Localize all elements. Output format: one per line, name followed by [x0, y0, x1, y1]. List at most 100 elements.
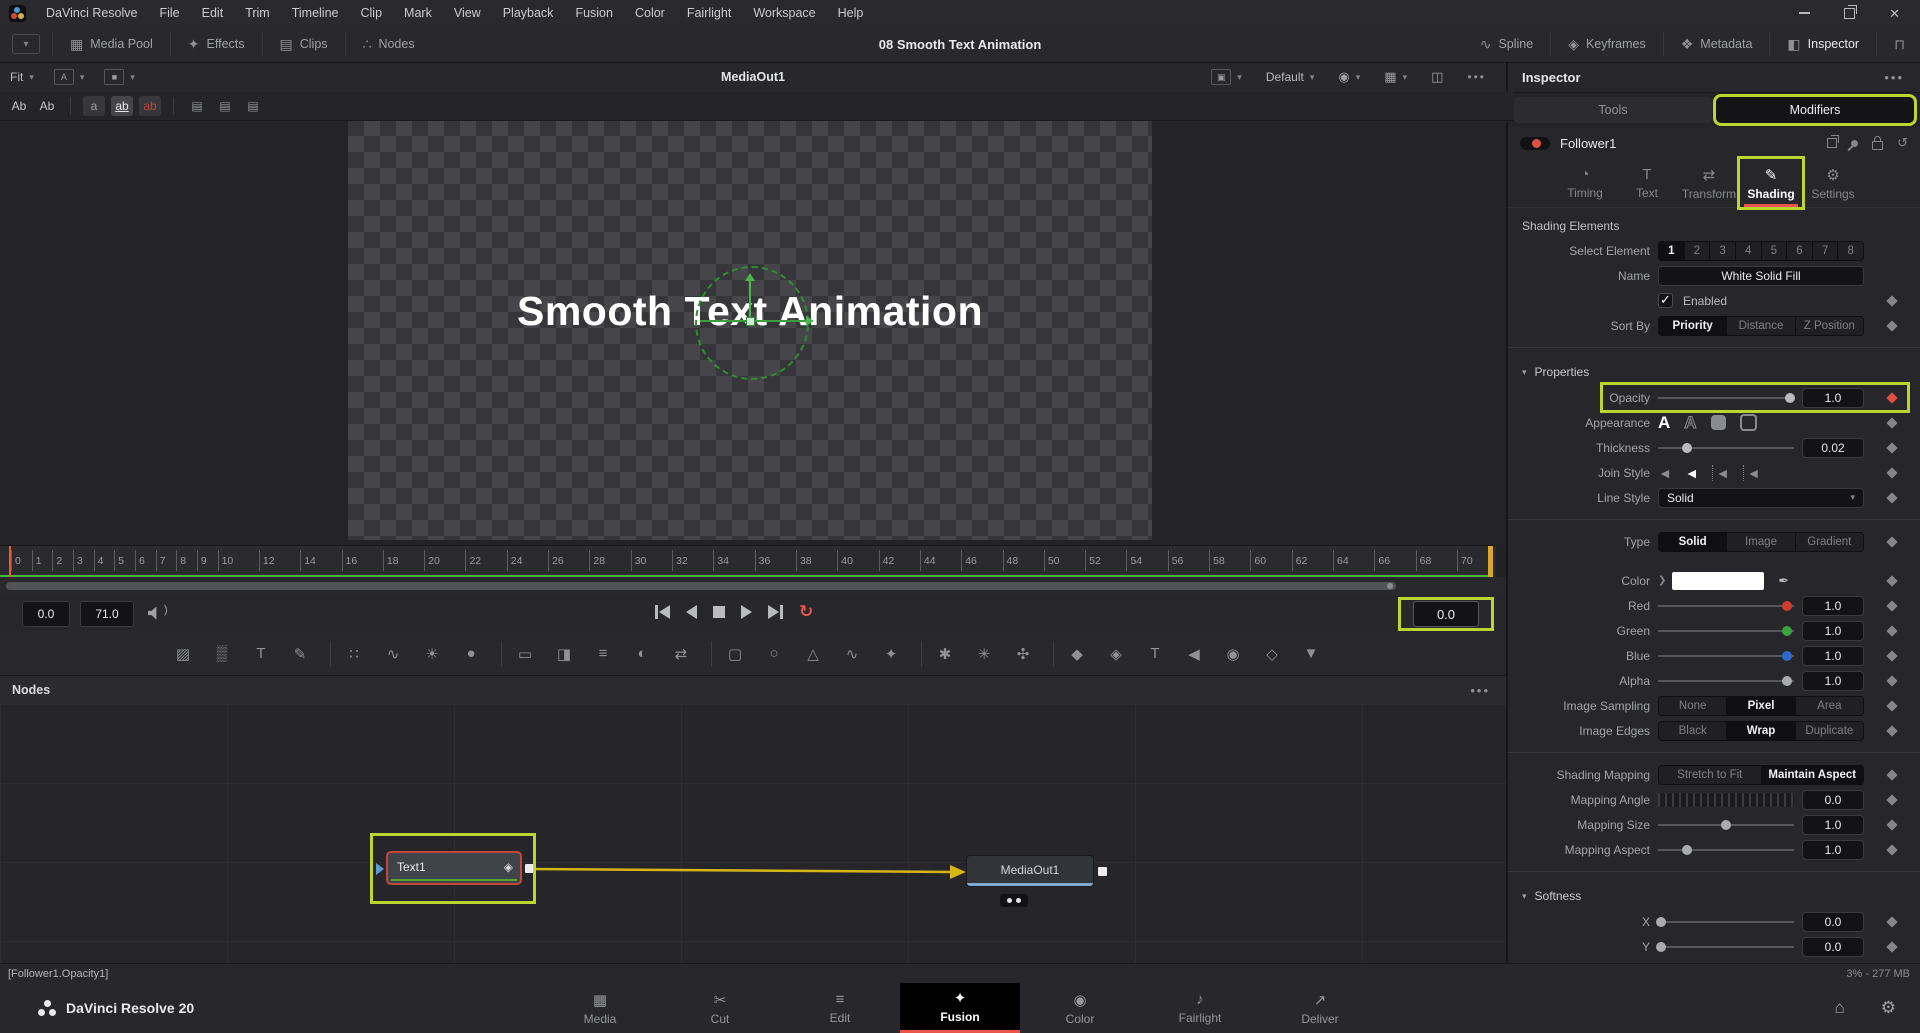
- char-level-style-icon[interactable]: a: [83, 96, 105, 116]
- menu-help[interactable]: Help: [827, 0, 875, 26]
- tool-polygon-mask-icon[interactable]: △: [800, 641, 826, 667]
- image-sampling-option-pixel[interactable]: Pixel: [1727, 697, 1795, 715]
- image-edges-option-duplicate[interactable]: Duplicate: [1796, 722, 1863, 740]
- keyframe-diamond-icon[interactable]: [1886, 700, 1897, 711]
- select-element-option-3[interactable]: 3: [1710, 242, 1736, 260]
- keyframe-diamond-icon[interactable]: [1886, 575, 1897, 586]
- appearance-filled-box-icon[interactable]: [1711, 415, 1726, 430]
- keyframe-diamond-icon[interactable]: [1886, 467, 1897, 478]
- tool-text-3d-icon[interactable]: T: [1142, 641, 1168, 667]
- keyframe-diamond-icon[interactable]: [1886, 725, 1897, 736]
- tool-color-curves-icon[interactable]: ∿: [380, 641, 406, 667]
- playhead[interactable]: [9, 546, 11, 578]
- viewer-canvas[interactable]: Smooth Text Animation: [0, 120, 1506, 545]
- toolbar-button-panel-layout[interactable]: ⊓: [1879, 26, 1920, 62]
- image-edges-option-black[interactable]: Black: [1659, 722, 1727, 740]
- thickness-slider[interactable]: [1658, 447, 1794, 449]
- page-tab-fusion[interactable]: ✦Fusion: [900, 983, 1020, 1033]
- subtab-settings[interactable]: ⚙Settings: [1802, 159, 1864, 207]
- go-to-end-button[interactable]: [768, 605, 783, 619]
- toolbar-button-spline[interactable]: ∿Spline: [1465, 26, 1548, 62]
- project-home-icon[interactable]: ⌂: [1834, 998, 1844, 1018]
- type-option-solid[interactable]: Solid: [1659, 533, 1727, 551]
- alpha-slider[interactable]: [1658, 680, 1794, 682]
- toolbar-button-effects[interactable]: ✦Effects: [173, 26, 260, 62]
- select-element-option-8[interactable]: 8: [1838, 242, 1863, 260]
- minimize-icon[interactable]: [1799, 12, 1810, 14]
- inspector-options-menu[interactable]: •••: [1884, 70, 1920, 85]
- keyframe-diamond-icon[interactable]: [1886, 492, 1897, 503]
- sort-by-option-distance[interactable]: Distance: [1727, 317, 1795, 335]
- menu-timeline[interactable]: Timeline: [281, 0, 350, 26]
- transform-center-handle[interactable]: [746, 317, 755, 326]
- type-option-image[interactable]: Image: [1727, 533, 1795, 551]
- keyframe-diamond-icon[interactable]: [1886, 819, 1897, 830]
- menu-mark[interactable]: Mark: [393, 0, 443, 26]
- softness-x-value[interactable]: 0.0: [1802, 912, 1864, 932]
- line-style-dropdown[interactable]: Solid▾: [1658, 488, 1864, 508]
- node-graph[interactable]: Text1 ◈ MediaOut1: [0, 704, 1506, 963]
- softness-y-slider-handle[interactable]: [1656, 942, 1666, 952]
- tool-layer-icon[interactable]: ≡: [590, 641, 616, 667]
- select-element-option-7[interactable]: 7: [1813, 242, 1839, 260]
- mapping-size-slider-handle[interactable]: [1721, 820, 1731, 830]
- stop-button[interactable]: [713, 606, 725, 618]
- select-element-option-1[interactable]: 1: [1659, 242, 1685, 260]
- mapping-angle-value[interactable]: 0.0: [1802, 790, 1864, 810]
- keyframe-diamond-icon[interactable]: [1886, 625, 1897, 636]
- sort-by-option-priority[interactable]: Priority: [1659, 317, 1727, 335]
- text-select-tool-icon[interactable]: Ab: [36, 96, 58, 116]
- connection-text1-mediaout1[interactable]: [532, 869, 952, 872]
- inspector-tab-modifiers[interactable]: Modifiers: [1716, 97, 1914, 123]
- paragraph-style-3-icon[interactable]: ▤: [242, 96, 264, 116]
- tool-dve-icon[interactable]: ◨: [551, 641, 577, 667]
- page-tab-cut[interactable]: ✂Cut: [660, 983, 780, 1033]
- page-tab-color[interactable]: ◉Color: [1020, 983, 1140, 1033]
- channel-dropdown[interactable]: ■ ▾: [94, 69, 145, 85]
- viewer-options-menu[interactable]: •••: [1457, 70, 1496, 84]
- inspector-tab-tools[interactable]: Tools: [1514, 97, 1712, 123]
- play-button[interactable]: [741, 605, 752, 619]
- settings-gear-icon[interactable]: ⚙: [1881, 998, 1896, 1018]
- loop-button[interactable]: ↻: [799, 603, 813, 620]
- expand-arrow-icon[interactable]: ❯: [1658, 575, 1666, 586]
- tool-background-icon[interactable]: ▨: [170, 641, 196, 667]
- mapping-aspect-slider[interactable]: [1658, 849, 1794, 851]
- node-mediaout1[interactable]: MediaOut1: [966, 855, 1094, 887]
- mapping-size-value[interactable]: 1.0: [1802, 815, 1864, 835]
- image-sampling-option-area[interactable]: Area: [1796, 697, 1863, 715]
- keyframe-diamond-icon[interactable]: [1886, 295, 1897, 306]
- page-tab-media[interactable]: ▦Media: [540, 983, 660, 1033]
- shading-mapping-option-stretch-to-fit[interactable]: Stretch to Fit: [1659, 766, 1762, 784]
- tool-rectangle-mask-icon[interactable]: ▢: [722, 641, 748, 667]
- toolbar-button-nodes[interactable]: ∴Nodes: [348, 26, 430, 62]
- zoom-dropdown[interactable]: Fit ▾: [0, 70, 44, 84]
- viewer-preset-dropdown[interactable]: Default ▾: [1256, 70, 1325, 84]
- keyframe-diamond-icon[interactable]: [1886, 442, 1897, 453]
- mapping-aspect-slider-handle[interactable]: [1682, 845, 1692, 855]
- keyframe-diamond-icon[interactable]: [1886, 769, 1897, 780]
- shading-mapping-option-maintain-aspect[interactable]: Maintain Aspect: [1762, 766, 1864, 784]
- nodes-options-menu[interactable]: •••: [1470, 683, 1506, 698]
- element-name-field[interactable]: White Solid Fill: [1658, 266, 1864, 286]
- mapping-size-slider[interactable]: [1658, 824, 1794, 826]
- tool-camera-3d-icon[interactable]: ◉: [1220, 641, 1246, 667]
- select-element-option-5[interactable]: 5: [1762, 242, 1788, 260]
- pin-icon[interactable]: [1850, 138, 1860, 148]
- subtab-text[interactable]: TText: [1616, 159, 1678, 207]
- range-end-field[interactable]: 71.0: [80, 601, 134, 627]
- text-overlay-dropdown[interactable]: A ▾: [44, 69, 95, 85]
- keyframe-diamond-icon[interactable]: [1886, 536, 1897, 547]
- restore-icon[interactable]: [1844, 8, 1855, 19]
- keyframe-diamond-icon[interactable]: [1886, 600, 1897, 611]
- tool-color-corrector-icon[interactable]: ∷: [341, 641, 367, 667]
- horizontal-scrollbar[interactable]: [6, 582, 1396, 590]
- blue-slider[interactable]: [1658, 655, 1794, 657]
- blue-value[interactable]: 1.0: [1802, 646, 1864, 666]
- timeline-ruler[interactable]: 0123456789101214161820222426283032343638…: [0, 545, 1496, 578]
- toolbar-button-keyframes[interactable]: ◈Keyframes: [1553, 26, 1661, 62]
- guides-dropdown[interactable]: ▦ ▾: [1374, 69, 1417, 85]
- menu-color[interactable]: Color: [624, 0, 676, 26]
- tool-bspline-mask-icon[interactable]: ∿: [839, 641, 865, 667]
- tool-light-3d-icon[interactable]: ◇: [1259, 641, 1285, 667]
